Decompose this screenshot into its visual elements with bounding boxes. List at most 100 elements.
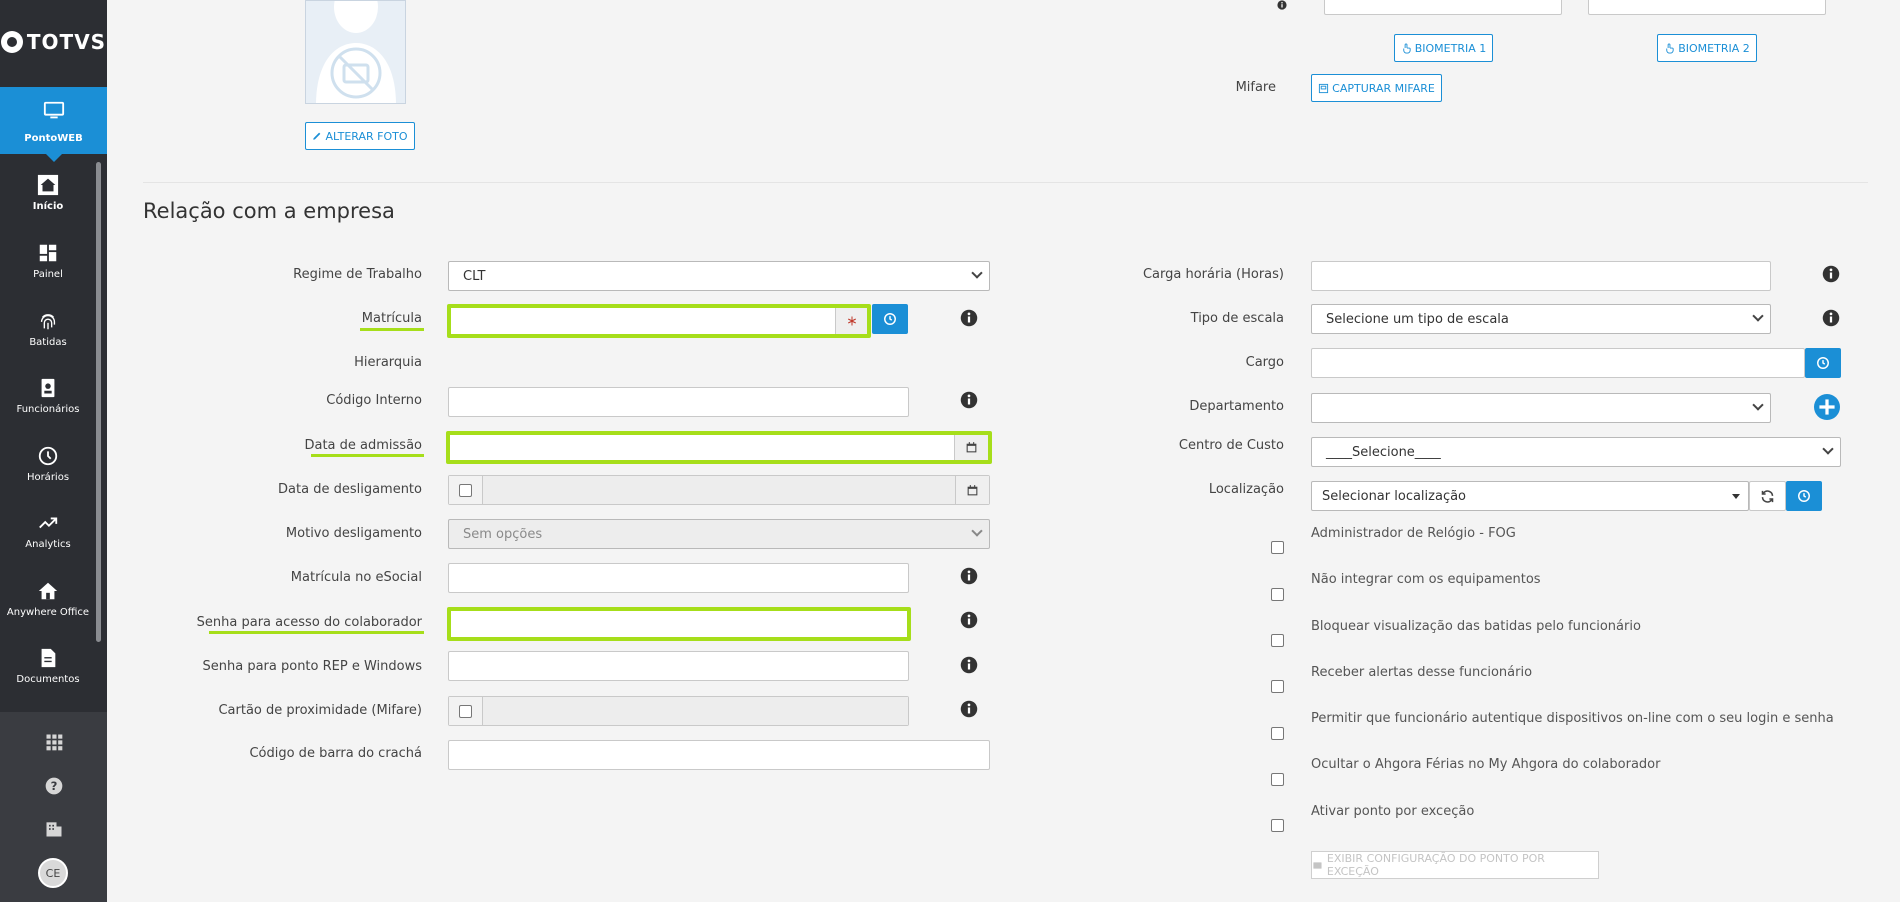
biometria-2-field <box>1588 0 1826 15</box>
checkbox-bloquear-batidas[interactable] <box>1271 634 1284 647</box>
checkbox-ponto-excecao[interactable] <box>1271 819 1284 832</box>
sidebar-scrollbar[interactable] <box>96 162 101 642</box>
required-indicator <box>835 308 867 334</box>
clock-icon <box>1798 490 1810 502</box>
highlight-underline <box>311 454 424 457</box>
cracha-input[interactable] <box>448 740 990 770</box>
data-desligamento-checkbox[interactable] <box>459 483 472 497</box>
info-icon[interactable] <box>960 700 978 718</box>
nav-item-funcionarios[interactable]: Funcionários <box>0 377 96 415</box>
biometria-2-button[interactable]: BIOMETRIA 2 <box>1657 34 1757 62</box>
checkbox-admin-relogio[interactable] <box>1271 541 1284 554</box>
biometria-1-field <box>1324 0 1562 15</box>
location-history-button[interactable] <box>1786 481 1822 511</box>
esocial-label: Matrícula no eSocial <box>290 570 422 585</box>
company-button[interactable] <box>0 819 107 843</box>
nav-label: Painel <box>33 269 63 280</box>
help-button[interactable]: ? <box>0 776 107 800</box>
exception-config-label: EXIBIR CONFIGURAÇÃO DO PONTO POR EXCEÇÃO <box>1326 852 1545 878</box>
checkbox-ocultar-ferias[interactable] <box>1271 773 1284 786</box>
alter-photo-button[interactable]: ALTERAR FOTO <box>305 122 415 150</box>
info-icon[interactable] <box>960 656 978 674</box>
calendar-icon <box>966 442 977 453</box>
checkbox-nao-integrar[interactable] <box>1271 588 1284 601</box>
totvs-logo[interactable]: TOTVS <box>0 22 107 62</box>
info-icon[interactable] <box>960 309 978 327</box>
user-silhouette-icon <box>316 1 396 103</box>
product-pontoweb[interactable]: PontoWEB <box>0 87 107 162</box>
svg-text:?: ? <box>50 779 57 793</box>
codigo-interno-input[interactable] <box>448 387 909 417</box>
mifare-label: Mifare <box>1235 80 1276 95</box>
centro-custo-select[interactable]: ____Selecione____ <box>1311 437 1841 467</box>
localizacao-select[interactable]: Selecionar localização <box>1311 481 1749 511</box>
highlight-underline <box>209 631 424 634</box>
regime-select[interactable]: CLT <box>448 261 990 291</box>
checkbox-label: Permitir que funcionário autentique disp… <box>1311 711 1834 726</box>
data-admissao-input[interactable] <box>446 431 992 464</box>
chevron-down-icon <box>971 525 983 537</box>
cartao-label: Cartão de proximidade (Mifare) <box>218 703 422 718</box>
cartao-value <box>483 697 908 725</box>
clock-icon <box>1817 357 1829 369</box>
user-avatar[interactable]: CE <box>38 858 68 888</box>
nav-item-batidas[interactable]: Batidas <box>0 310 96 348</box>
cargo-label: Cargo <box>1245 355 1284 370</box>
nav-label: Analytics <box>25 539 71 550</box>
apps-grid-icon <box>46 734 62 751</box>
data-desligamento-label: Data de desligamento <box>278 482 422 497</box>
refresh-location-button[interactable] <box>1749 481 1786 511</box>
calendar-button[interactable] <box>954 435 988 460</box>
nav-item-anywhere-office[interactable]: Anywhere Office <box>0 580 96 618</box>
regime-value: CLT <box>463 268 486 284</box>
info-icon[interactable] <box>960 567 978 585</box>
localizacao-value: Selecionar localização <box>1322 488 1467 504</box>
home-office-icon <box>38 582 58 600</box>
capture-mifare-label: CAPTURAR MIFARE <box>1332 81 1435 95</box>
add-department-icon[interactable] <box>1814 394 1840 420</box>
cargo-history-button[interactable] <box>1805 348 1841 378</box>
checkbox-autenticar-dispositivos[interactable] <box>1271 727 1284 740</box>
cracha-label: Código de barra do crachá <box>249 746 422 761</box>
carga-horaria-input[interactable] <box>1311 261 1771 291</box>
info-icon[interactable] <box>960 611 978 629</box>
departamento-select[interactable] <box>1311 393 1771 423</box>
nav-item-documentos[interactable]: Documentos <box>0 647 96 685</box>
employee-photo <box>305 0 406 104</box>
cargo-input[interactable] <box>1311 348 1805 378</box>
checkbox-receber-alertas[interactable] <box>1271 680 1284 693</box>
exception-config-button: EXIBIR CONFIGURAÇÃO DO PONTO POR EXCEÇÃO <box>1311 851 1599 879</box>
senha-colaborador-input[interactable] <box>447 607 911 641</box>
document-icon <box>41 648 56 668</box>
capture-mifare-button[interactable]: CAPTURAR MIFARE <box>1311 74 1442 102</box>
nav-label: Início <box>32 201 64 212</box>
tipo-escala-select[interactable]: Selecione um tipo de escala <box>1311 304 1771 334</box>
apps-button[interactable] <box>0 732 107 756</box>
matricula-history-button[interactable] <box>872 304 908 334</box>
info-icon[interactable] <box>960 391 978 409</box>
chevron-down-icon <box>1752 399 1764 411</box>
matricula-input[interactable] <box>447 304 871 338</box>
fingerprint-icon <box>40 314 56 330</box>
asterisk-icon <box>847 316 856 326</box>
gear-icon <box>1313 861 1322 869</box>
cartao-checkbox[interactable] <box>459 704 472 718</box>
nav-label: Funcionários <box>16 404 80 415</box>
section-divider <box>143 182 1868 183</box>
nav-item-inicio[interactable]: Início <box>0 174 96 212</box>
hand-pointer-icon <box>1666 42 1674 54</box>
data-desligamento-value <box>483 476 955 504</box>
nav-item-painel[interactable]: Painel <box>0 242 96 280</box>
matricula-label: Matrícula <box>361 311 422 326</box>
section-title: Relação com a empresa <box>143 199 395 223</box>
nav-item-analytics[interactable]: Analytics <box>0 512 96 550</box>
checkbox-label: Ativar ponto por exceção <box>1311 804 1475 819</box>
biometria-1-button[interactable]: BIOMETRIA 1 <box>1394 34 1493 62</box>
info-icon[interactable] <box>1277 0 1287 10</box>
senha-rep-input[interactable] <box>448 651 909 681</box>
chevron-down-icon <box>1752 310 1764 322</box>
info-icon[interactable] <box>1822 309 1840 327</box>
nav-item-horarios[interactable]: Horários <box>0 445 96 483</box>
info-icon[interactable] <box>1822 265 1840 283</box>
esocial-input[interactable] <box>448 563 909 593</box>
